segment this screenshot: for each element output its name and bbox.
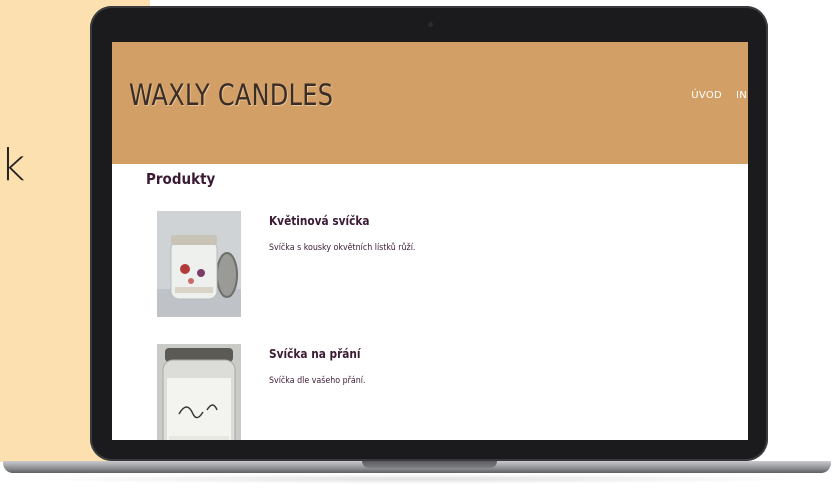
laptop-shadow — [20, 474, 815, 484]
site-title[interactable]: WAXLY CANDLES — [129, 78, 333, 112]
section-title: Produkty — [146, 170, 216, 188]
product-name[interactable]: Květinová svíčka — [269, 214, 370, 228]
nav-link-info[interactable]: IN — [736, 90, 748, 101]
product-description: Svíčka dle vašeho přání. — [269, 376, 366, 386]
site-header: WAXLY CANDLES ÚVOD IN — [112, 42, 748, 164]
product-description: Svíčka s kousky okvětních lístků růží. — [269, 243, 416, 253]
product-name[interactable]: Svíčka na přání — [269, 347, 361, 361]
laptop-hinge-notch — [362, 461, 497, 468]
nav-link-uvod[interactable]: ÚVOD — [691, 90, 722, 101]
candle-jar-icon — [157, 211, 241, 317]
main-nav: ÚVOD IN — [691, 90, 748, 101]
candle-jar-icon — [157, 344, 241, 440]
browser-screen: WAXLY CANDLES ÚVOD IN Produkty Květinová… — [112, 42, 748, 440]
background-text-fragment: k — [0, 140, 26, 191]
product-image[interactable] — [157, 344, 241, 440]
product-image[interactable] — [157, 211, 241, 317]
camera-icon — [428, 22, 433, 27]
